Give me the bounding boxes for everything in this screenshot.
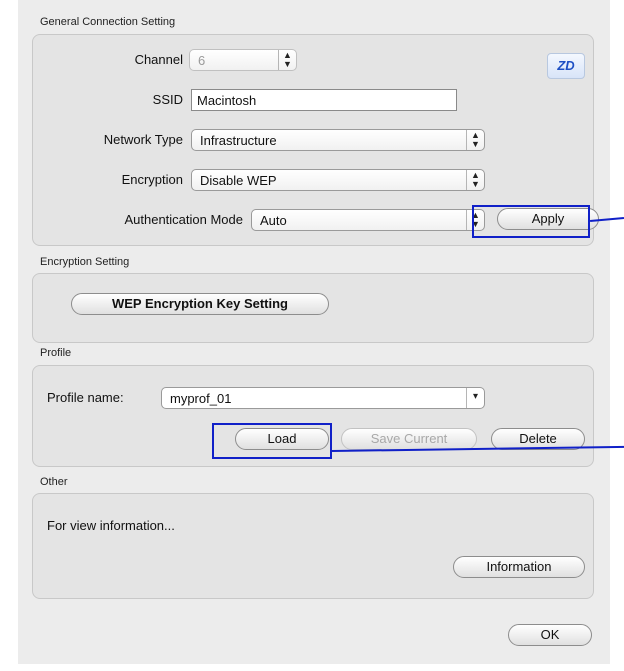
- auth-mode-label: Authentication Mode: [124, 212, 243, 227]
- network-type-select[interactable]: Infrastructure ▲ ▼: [191, 129, 485, 151]
- other-section-title: Other: [40, 476, 68, 488]
- ssid-label: SSID: [152, 92, 183, 107]
- apply-callout-box: [472, 205, 590, 238]
- profile-section-title: Profile: [40, 347, 72, 359]
- ssid-field[interactable]: Macintosh: [191, 89, 457, 111]
- network-type-value: Infrastructure: [200, 133, 277, 148]
- profile-name-label: Profile name:: [47, 390, 124, 405]
- chevron-down-icon: ▾: [466, 388, 484, 408]
- auth-mode-value: Auto: [260, 213, 287, 228]
- profile-name-value: myprof_01: [170, 391, 232, 406]
- info-text: For view information...: [47, 518, 175, 533]
- encryption-group: WEP Encryption Key Setting: [32, 273, 594, 343]
- encryption-label: Encryption: [121, 172, 183, 187]
- zd-logo-icon: ZD: [547, 53, 585, 79]
- up-down-arrows-icon: ▲ ▼: [466, 130, 484, 150]
- load-callout-box: [212, 423, 332, 459]
- ok-button[interactable]: OK: [508, 624, 592, 646]
- channel-label: Channel: [134, 52, 183, 67]
- up-down-arrows-icon: ▲ ▼: [466, 170, 484, 190]
- wep-key-setting-button[interactable]: WEP Encryption Key Setting: [71, 293, 329, 315]
- network-type-label: Network Type: [103, 132, 183, 147]
- encryption-select[interactable]: Disable WEP ▲ ▼: [191, 169, 485, 191]
- auth-mode-select[interactable]: Auto ▲ ▼: [251, 209, 485, 231]
- encryption-value: Disable WEP: [200, 173, 277, 188]
- save-current-button[interactable]: Save Current: [341, 428, 477, 450]
- other-group: For view information... Information: [32, 493, 594, 599]
- logo-text: ZD: [557, 58, 575, 73]
- up-down-arrows-icon: ▲ ▼: [278, 50, 296, 70]
- profile-name-combo[interactable]: myprof_01 ▾: [161, 387, 485, 409]
- channel-value: 6: [198, 53, 206, 68]
- encryption-section-title: Encryption Setting: [40, 256, 130, 268]
- information-button[interactable]: Information: [453, 556, 585, 578]
- general-section-title: General Connection Setting: [40, 16, 176, 28]
- channel-select[interactable]: 6 ▲ ▼: [189, 49, 297, 71]
- settings-panel: General Connection Setting Channel 6 ▲ ▼ …: [18, 0, 610, 664]
